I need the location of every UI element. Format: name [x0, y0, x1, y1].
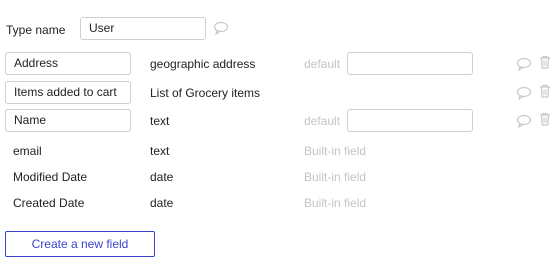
field-type-address: geographic address — [150, 57, 256, 71]
default-value-input-address[interactable] — [347, 52, 473, 75]
type-name-label: Type name — [6, 23, 66, 37]
field-name-input-items-added-to-cart[interactable]: Items added to cart — [5, 81, 131, 104]
create-new-field-button[interactable]: Create a new field — [5, 231, 155, 257]
builtin-field-note-modified-date: Built-in field — [304, 170, 367, 184]
trash-icon[interactable] — [537, 83, 553, 99]
builtin-field-name-modified-date: Modified Date — [13, 170, 88, 184]
field-type-items-added-to-cart: List of Grocery items — [150, 86, 261, 100]
type-name-input[interactable]: User — [80, 17, 206, 40]
builtin-field-note-email: Built-in field — [304, 144, 367, 158]
default-label-address: default — [304, 57, 341, 71]
field-name-input-name[interactable]: Name — [5, 109, 131, 132]
builtin-field-name-created-date: Created Date — [13, 196, 85, 210]
builtin-field-name-email: email — [13, 144, 42, 158]
trash-icon[interactable] — [537, 111, 553, 127]
field-name-input-address[interactable]: Address — [5, 52, 131, 75]
comment-icon[interactable] — [516, 85, 532, 101]
trash-icon[interactable] — [537, 54, 553, 70]
default-value-input-name[interactable] — [347, 109, 473, 132]
builtin-field-type-email: text — [150, 144, 170, 158]
builtin-field-type-created-date: date — [150, 196, 174, 210]
comment-icon[interactable] — [516, 56, 532, 72]
comment-icon[interactable] — [213, 20, 229, 36]
builtin-field-type-modified-date: date — [150, 170, 174, 184]
comment-icon[interactable] — [516, 113, 532, 129]
field-type-name: text — [150, 114, 170, 128]
default-label-name: default — [304, 114, 341, 128]
builtin-field-note-created-date: Built-in field — [304, 196, 367, 210]
